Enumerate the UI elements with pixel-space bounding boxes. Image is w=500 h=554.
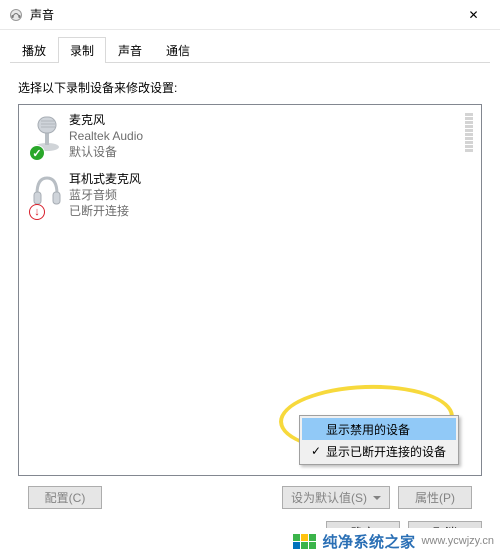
configure-button[interactable]: 配置(C): [28, 486, 102, 509]
app-icon: [8, 7, 24, 23]
tab-playback[interactable]: 播放: [10, 37, 58, 63]
device-list[interactable]: ✓ 麦克风 Realtek Audio 默认设备 ↓: [18, 104, 482, 476]
device-name: 麦克风: [69, 112, 465, 128]
watermark-logo-icon: [293, 534, 316, 549]
tab-communications[interactable]: 通信: [154, 37, 202, 63]
tab-page: 选择以下录制设备来修改设置: ✓ 麦克风 Realtek Audio 默认: [0, 63, 500, 509]
watermark-url: www.ycwjzy.cn: [421, 535, 494, 547]
device-icon-cell: ✓: [25, 111, 69, 160]
device-action-row: 配置(C) 设为默认值(S) 属性(P): [10, 476, 490, 509]
menu-item-show-disabled[interactable]: 显示禁用的设备: [302, 418, 456, 440]
context-menu: 显示禁用的设备 ✓ 显示已断开连接的设备: [299, 415, 459, 465]
instruction-text: 选择以下录制设备来修改设置:: [10, 73, 490, 102]
device-name: 耳机式麦克风: [69, 171, 475, 187]
device-icon-cell: ↓: [25, 170, 69, 219]
device-manufacturer: 蓝牙音频: [69, 187, 475, 203]
watermark-brand: 纯净系统之家: [322, 531, 415, 552]
device-manufacturer: Realtek Audio: [69, 128, 465, 144]
window-close-button[interactable]: ✕: [451, 0, 496, 30]
properties-button[interactable]: 属性(P): [398, 486, 472, 509]
set-default-button[interactable]: 设为默认值(S): [282, 486, 390, 509]
level-meter: [465, 113, 473, 155]
close-icon: ✕: [468, 8, 478, 22]
status-badge-default-icon: ✓: [29, 145, 45, 161]
chevron-down-icon: [373, 496, 381, 500]
menu-item-label: 显示禁用的设备: [326, 421, 410, 438]
menu-item-label: 显示已断开连接的设备: [326, 443, 446, 460]
device-item[interactable]: ✓ 麦克风 Realtek Audio 默认设备: [19, 105, 481, 164]
tab-sounds[interactable]: 声音: [106, 37, 154, 63]
device-status: 已断开连接: [69, 203, 475, 219]
menu-item-show-disconnected[interactable]: ✓ 显示已断开连接的设备: [302, 440, 456, 462]
window-titlebar: 声音 ✕: [0, 0, 500, 30]
check-icon: ✓: [306, 444, 326, 458]
window-title: 声音: [30, 6, 451, 23]
device-text: 耳机式麦克风 蓝牙音频 已断开连接: [69, 170, 475, 219]
tab-recording[interactable]: 录制: [58, 37, 106, 63]
device-text: 麦克风 Realtek Audio 默认设备: [69, 111, 465, 160]
device-status: 默认设备: [69, 144, 465, 160]
watermark-footer: 纯净系统之家 www.ycwjzy.cn: [0, 528, 500, 554]
device-item[interactable]: ↓ 耳机式麦克风 蓝牙音频 已断开连接: [19, 164, 481, 223]
tab-strip: 播放 录制 声音 通信: [0, 30, 500, 63]
status-badge-disconnected-icon: ↓: [29, 204, 45, 220]
